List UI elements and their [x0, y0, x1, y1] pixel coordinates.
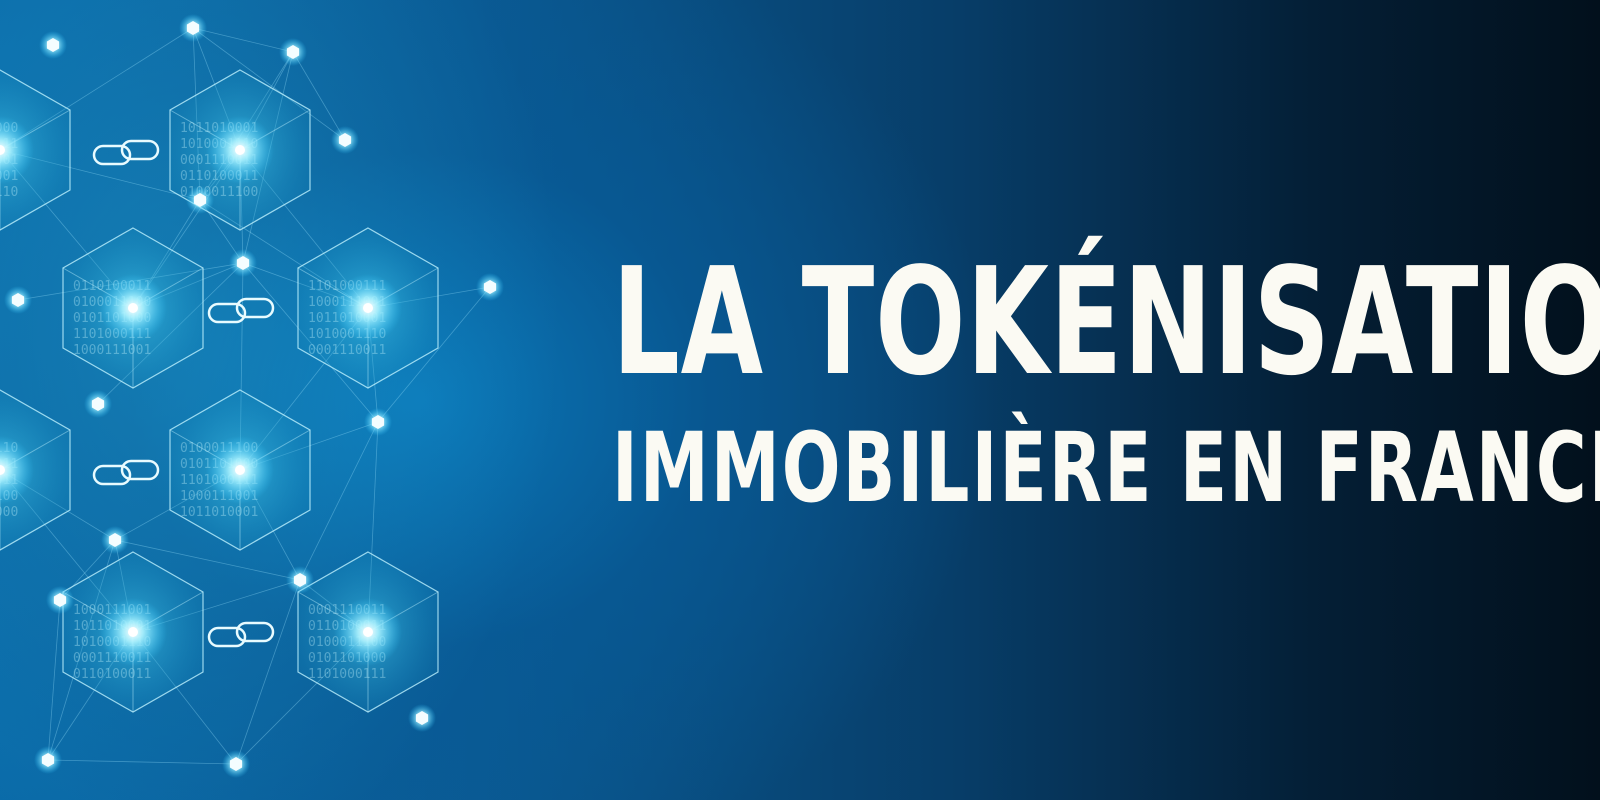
network-node [229, 249, 257, 277]
network-node [331, 126, 359, 154]
svg-text:1011010001: 1011010001 [180, 505, 258, 520]
network-node [101, 526, 129, 554]
network-node [4, 286, 32, 314]
svg-text:0001110011: 0001110011 [308, 343, 386, 358]
headline-line-2: IMMOBILIÈRE EN FRANCE [612, 412, 1600, 524]
blockchain-network-illustration: 0101101000 1101000111 1000111001 1011010001… [0, 0, 560, 800]
svg-text:0110100011: 0110100011 [73, 667, 151, 682]
network-node [179, 14, 207, 42]
network-node [279, 38, 307, 66]
network-node [364, 408, 392, 436]
network-node [186, 186, 214, 214]
network-node [222, 750, 250, 778]
network-node [408, 704, 436, 732]
svg-text:0101101000: 0101101000 [0, 505, 18, 520]
network-node [286, 566, 314, 594]
svg-text:1010001110: 1010001110 [0, 185, 18, 200]
network-node [39, 31, 67, 59]
svg-text:1000111001: 1000111001 [73, 343, 151, 358]
network-node [84, 390, 112, 418]
banner: 0101101000 1101000111 1000111001 1011010001… [0, 0, 1600, 800]
network-node [476, 273, 504, 301]
network-node [34, 746, 62, 774]
svg-text:1101000111: 1101000111 [308, 667, 386, 682]
network-node [46, 586, 74, 614]
headline: LA TOKÉNISATION IMMOBILIÈRE EN FRANCE [612, 236, 1600, 524]
headline-line-1: LA TOKÉNISATION [612, 236, 1600, 408]
